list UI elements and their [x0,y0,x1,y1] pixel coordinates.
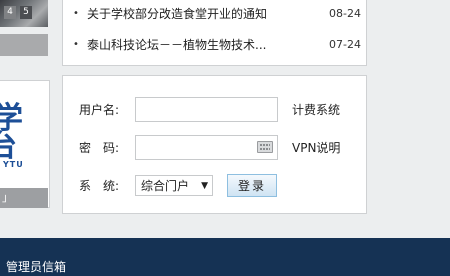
carousel-page-4[interactable]: 4 [4,6,16,19]
news-title[interactable]: 关于学校部分改造食堂开业的通知 [87,5,329,22]
carousel-page-5[interactable]: 5 [20,6,32,19]
system-row: 系 统: 综合门户 ▼ 登录 [79,174,277,197]
system-select[interactable]: 综合门户 ▼ [135,175,213,196]
news-panel: • 关于学校部分改造食堂开业的通知 08-24 • 泰山科技论坛－－植物生物技术… [62,0,367,66]
password-label: 密 码: [79,141,120,155]
news-item[interactable]: • 关于学校部分改造食堂开业的通知 08-24 [73,3,361,23]
bullet-icon: • [73,38,79,50]
keyboard-icon[interactable] [257,141,273,153]
password-wrapper [135,135,278,160]
footer: 管理员信箱 [0,238,450,276]
login-panel: 用户名: 计费系统 密 码: VPN说明 系 统: 综合门户 ▼ 登录 [62,75,367,214]
system-select-value: 综合门户 [141,179,190,193]
news-title[interactable]: 泰山科技论坛－－植物生物技术... [87,36,329,53]
dropdown-arrow-icon: ▼ [201,180,208,191]
banner-caption-bar [0,34,48,56]
username-input[interactable] [135,97,278,122]
username-row: 用户名: 计费系统 [79,97,340,122]
password-row: 密 码: VPN说明 [79,135,340,160]
news-date: 07-24 [329,37,361,51]
logo-caption-bar[interactable]: 」 [0,188,48,208]
carousel-pager: 4 5 [4,6,32,19]
news-date: 08-24 [329,6,361,20]
news-item[interactable]: • 泰山科技论坛－－植物生物技术... 07-24 [73,34,361,54]
logo-char-2: 台 [0,121,17,165]
username-label: 用户名: [79,103,120,117]
logo-abbr: YTU [3,160,24,169]
banner-image[interactable]: 4 5 [0,0,48,27]
login-button[interactable]: 登录 [227,174,277,197]
bullet-icon: • [73,7,79,19]
billing-system-link[interactable]: 计费系统 [292,101,340,118]
system-label: 系 统: [79,179,120,193]
admin-mailbox-link[interactable]: 管理员信箱 [6,258,66,275]
vpn-help-link[interactable]: VPN说明 [292,139,340,156]
